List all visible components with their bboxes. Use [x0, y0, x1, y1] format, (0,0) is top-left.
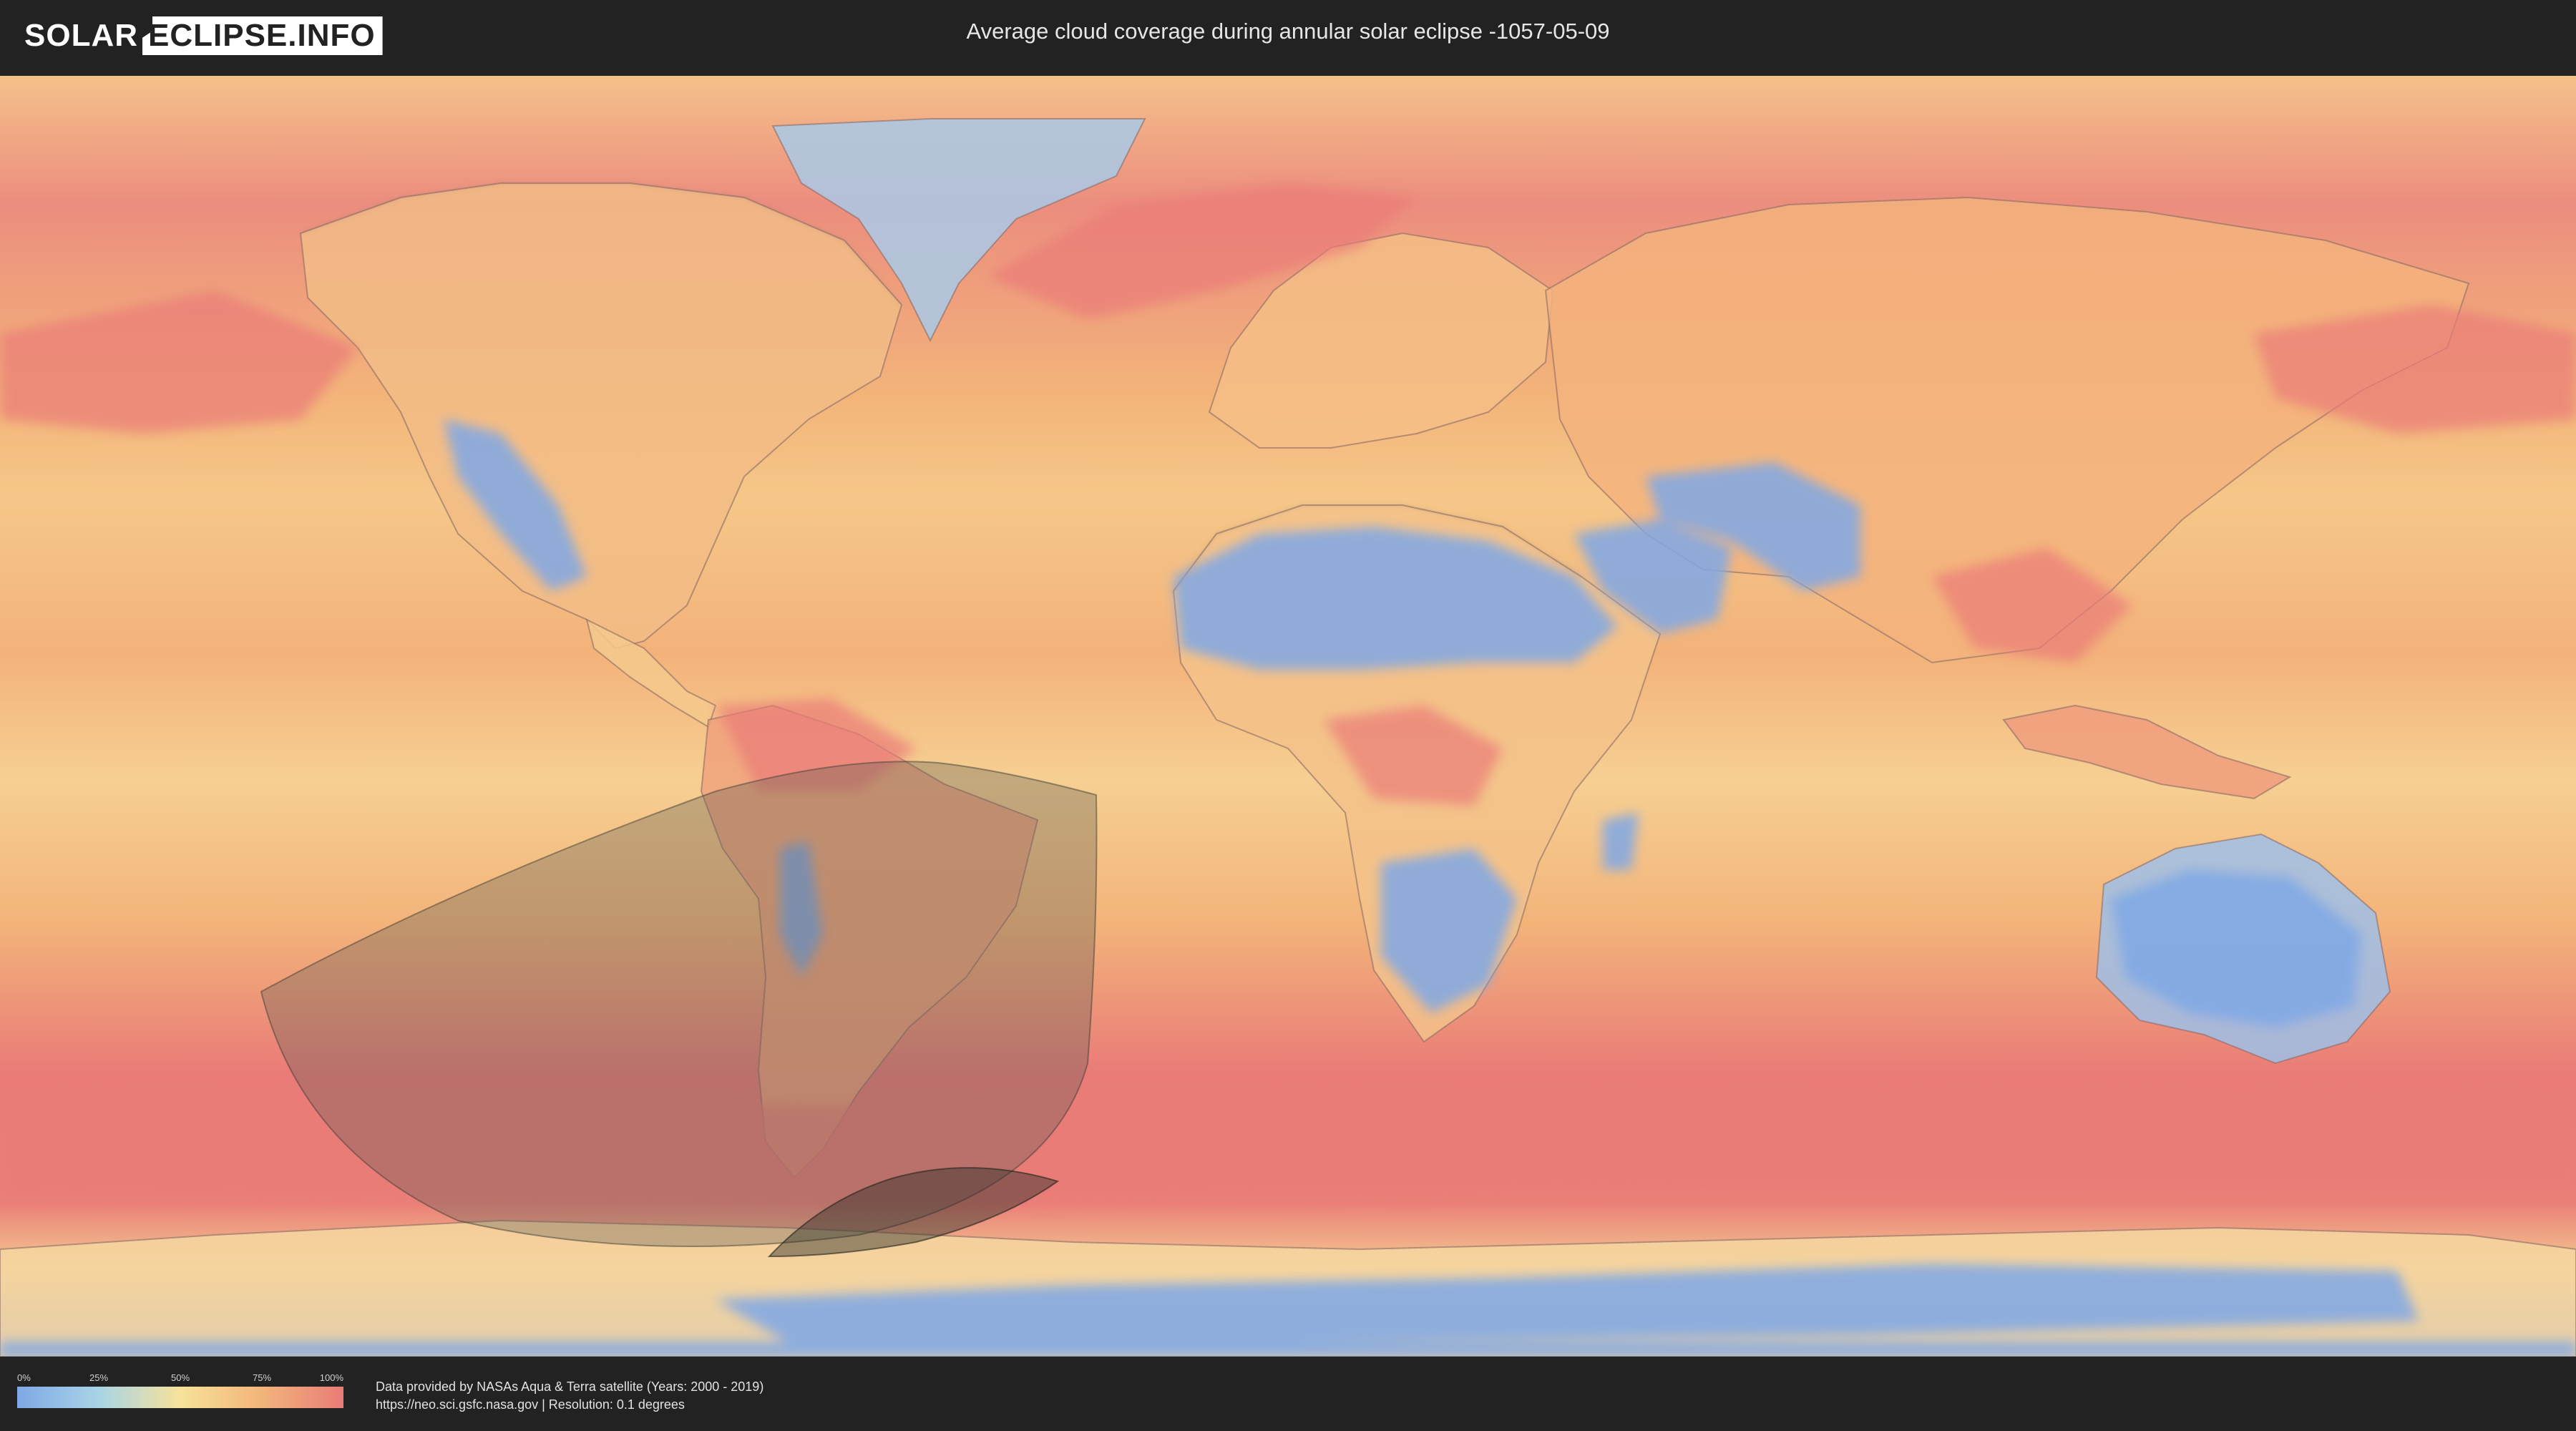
footer-bar: 0% 25% 50% 75% 100% Data provided by NAS… [0, 1357, 2576, 1431]
legend-tick-25: 25% [89, 1372, 109, 1383]
clear-south-pole-band [0, 1342, 2576, 1357]
credit-line-source: Data provided by NASAs Aqua & Terra sate… [376, 1379, 764, 1394]
credit-line-url[interactable]: https://neo.sci.gsfc.nasa.gov | Resoluti… [376, 1396, 763, 1414]
legend-tick-0: 0% [17, 1372, 31, 1383]
legend-ticks: 0% 25% 50% 75% 100% [17, 1372, 343, 1385]
legend-color-bar [17, 1387, 343, 1408]
cloud-coverage-legend: 0% 25% 50% 75% 100% [17, 1372, 343, 1408]
legend-tick-100: 100% [319, 1372, 343, 1383]
cloud-coverage-map[interactable] [0, 76, 2576, 1357]
header-bar: SOLAR ECLIPSE.INFO Average cloud coverag… [0, 0, 2576, 72]
page-title: Average cloud coverage during annular so… [966, 19, 1610, 44]
data-credits: Data provided by NASAs Aqua & Terra sate… [376, 1378, 763, 1414]
legend-tick-50: 50% [170, 1372, 190, 1383]
legend-tick-75: 75% [252, 1372, 272, 1383]
